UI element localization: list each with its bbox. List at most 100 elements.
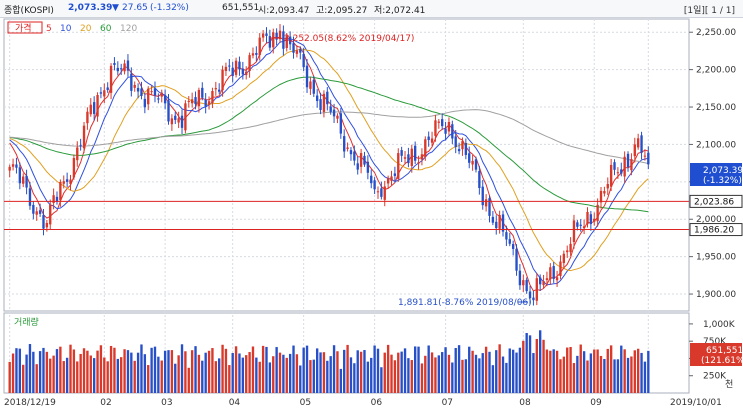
candle-body (552, 266, 555, 279)
candle-body (471, 160, 474, 165)
high-annotation: 2,252.05(8.62% 2019/04/17) (284, 34, 414, 44)
candle-body (593, 218, 596, 222)
volume-bar (251, 346, 255, 393)
candle-body (410, 148, 413, 167)
volume-bar (163, 350, 167, 393)
volume-bar (285, 357, 288, 393)
candle-body (555, 277, 559, 281)
symbol-label[interactable]: 종합(KOSPI) (4, 3, 54, 16)
volume-bar (603, 358, 606, 393)
candle-body (177, 118, 180, 123)
candle-body (413, 145, 417, 161)
volume-bar (643, 361, 647, 393)
volume-bar (153, 346, 157, 393)
candle (184, 100, 187, 134)
candle-body (167, 100, 170, 122)
candle-body (123, 63, 126, 72)
candle-body (549, 267, 552, 280)
candle-body (221, 69, 224, 91)
volume-bar (62, 361, 65, 393)
candle-body (599, 190, 603, 203)
candle-body (319, 99, 322, 110)
candle-body (133, 84, 136, 88)
candle-body (559, 261, 562, 276)
volume-bar (45, 351, 49, 393)
chart-canvas[interactable]: 가격 5 10 20 60 120 거래량 2,252.05(8.62% 201… (0, 17, 743, 408)
volume-bar (437, 355, 440, 393)
candle-body (383, 186, 386, 200)
volume-bar (86, 350, 89, 393)
volume-bar (640, 352, 643, 393)
volume-bar (177, 355, 180, 393)
candle-body (160, 92, 163, 97)
candle-body (207, 101, 211, 105)
volume-bar (224, 348, 228, 393)
volume-bar (150, 347, 153, 393)
volume-bar (109, 345, 113, 393)
volume-bar (539, 330, 542, 393)
volume-bar (201, 360, 204, 393)
volume-bar (49, 358, 52, 393)
candle-body (187, 100, 190, 102)
volume-bar (190, 350, 194, 393)
last-price: 2,073.39 (68, 3, 113, 13)
volume-bar (363, 350, 366, 393)
candle-body (113, 63, 116, 65)
date-axis: 2018/12/19 02 03 04 05 06 07 08 09 2019/10/01 (4, 398, 722, 408)
volume-bar (245, 355, 248, 393)
volume-bar (522, 340, 525, 393)
candle-body (245, 71, 248, 76)
hline2-value: 1,986.20 (694, 226, 734, 236)
candle-body (630, 159, 633, 171)
candle-body (539, 277, 542, 285)
volume-bar (72, 349, 76, 393)
volume-bar (424, 355, 427, 393)
candle-body (309, 81, 312, 89)
volume-bar (147, 365, 150, 393)
candle-body (147, 88, 150, 105)
candle-body (231, 67, 234, 76)
candle-body (623, 156, 626, 177)
volume-bar (103, 357, 106, 393)
volume-bar (572, 363, 576, 393)
volume-bar (559, 359, 562, 393)
page-indicator[interactable]: [1일][ 1 / 1] (684, 3, 735, 16)
candle-body (474, 159, 478, 170)
candle-body (126, 60, 130, 71)
candle-body (424, 139, 427, 158)
volume-bar (397, 352, 400, 393)
candle-body (65, 179, 69, 182)
volume-bar (633, 350, 636, 393)
volume-bar (15, 348, 18, 393)
volume-bar (481, 353, 484, 393)
last-volume-pct: (121.61%) (701, 356, 743, 366)
volume-bar (89, 355, 92, 393)
candle-body (45, 222, 49, 228)
volume-bar (214, 361, 217, 393)
price-panel (3, 18, 690, 312)
candle-body (569, 243, 572, 253)
volume-bar (329, 356, 332, 393)
volume-bar (69, 344, 72, 393)
candle-body (397, 153, 400, 179)
volume-bar (599, 355, 603, 393)
volume-bar (566, 347, 569, 393)
price-tick-label: 2,250.00 (696, 28, 736, 38)
volume-bar (393, 360, 397, 393)
candle-body (238, 61, 241, 70)
candle-body (224, 66, 228, 71)
volume-value: 651,551 (222, 3, 260, 13)
volume-bar (322, 352, 326, 393)
legend-ma20: 20 (80, 24, 92, 34)
volume-bar (204, 352, 207, 393)
candle-body (430, 138, 434, 143)
candle-body (302, 53, 305, 68)
volume-bar (349, 357, 353, 393)
volume-bar (501, 356, 505, 393)
volume-bar (471, 350, 474, 393)
candle-body (18, 167, 22, 184)
volume-bar (99, 345, 103, 393)
candle-body (390, 176, 393, 181)
volume-bar (218, 358, 221, 393)
candle-body (566, 250, 569, 253)
